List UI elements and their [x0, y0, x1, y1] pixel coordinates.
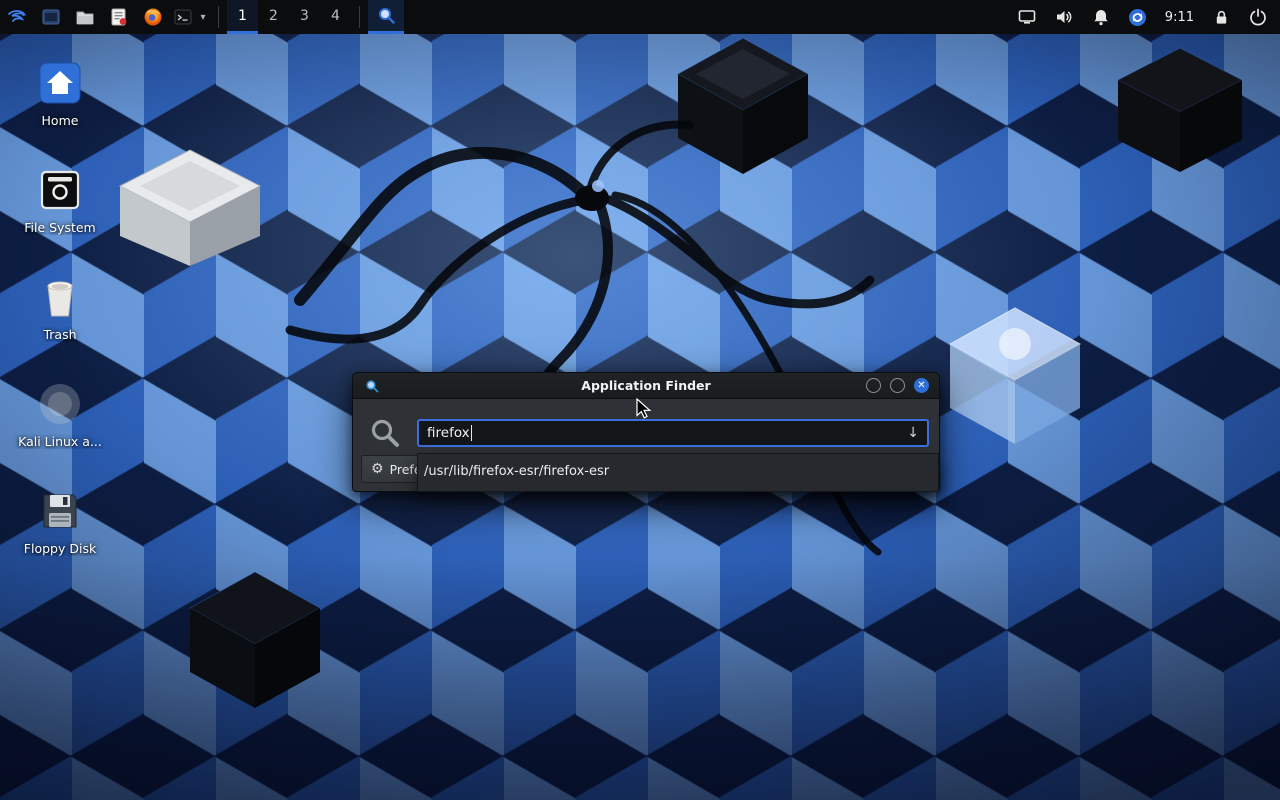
workspace-2[interactable]: 2: [258, 0, 289, 34]
desktop-icon-label: Kali Linux a...: [4, 434, 116, 449]
kali-linux-faded-icon: [4, 377, 116, 427]
window-app-icon[interactable]: [34, 0, 68, 34]
desktop-icon-label: Floppy Disk: [4, 541, 116, 556]
desktop-icon-home[interactable]: Home: [4, 56, 116, 128]
firefox-icon: [143, 7, 163, 27]
titlebar[interactable]: Application Finder ✕: [353, 373, 939, 399]
panel-left: ▾ 1 2 3 4: [0, 0, 404, 34]
terminal-icon: [173, 7, 193, 27]
minimize-button[interactable]: [866, 378, 881, 393]
magnifier-icon: [377, 6, 396, 25]
text-editor-icon[interactable]: [102, 0, 136, 34]
close-button[interactable]: ✕: [914, 378, 929, 393]
completion-dropdown: /usr/lib/firefox-esr/firefox-esr: [417, 453, 939, 492]
panel-clock[interactable]: 9:11: [1165, 10, 1194, 25]
application-finder-window: Application Finder ✕ firefox ↓ ⚙ Prefere…: [352, 372, 940, 492]
document-icon: [109, 7, 129, 27]
entry-dropdown-arrow-icon[interactable]: ↓: [907, 425, 919, 441]
desktop-icon-label: Trash: [4, 327, 116, 342]
file-manager-icon[interactable]: [68, 0, 102, 34]
top-panel: ▾ 1 2 3 4: [0, 0, 1280, 34]
kali-logo-icon: [6, 6, 28, 28]
notifications-bell-icon[interactable]: [1091, 7, 1111, 27]
display-icon[interactable]: [1017, 7, 1037, 27]
terminal-icon[interactable]: [170, 0, 196, 34]
folder-icon: [75, 7, 95, 27]
volume-icon[interactable]: [1054, 7, 1074, 27]
gear-icon: ⚙: [371, 461, 384, 477]
panel-separator: [359, 6, 360, 28]
firefox-icon[interactable]: [136, 0, 170, 34]
workspace-4[interactable]: 4: [320, 0, 351, 34]
screenlock-icon[interactable]: [1211, 7, 1231, 27]
desktop-icon-label: Home: [4, 113, 116, 128]
file-system-icon: [4, 163, 116, 213]
desktop-icon-file-system[interactable]: File System: [4, 163, 116, 235]
software-update-icon[interactable]: [1128, 7, 1148, 27]
desktop-icon-floppy-disk[interactable]: Floppy Disk: [4, 484, 116, 556]
desktop-icon-trash[interactable]: Trash: [4, 270, 116, 342]
window-title: Application Finder: [353, 378, 939, 393]
search-query-text: firefox: [427, 425, 470, 441]
launcher-dropdown-chevron-icon[interactable]: ▾: [196, 12, 210, 23]
search-icon: [369, 417, 401, 449]
window-icon: [41, 7, 61, 27]
panel-separator: [218, 6, 219, 28]
completion-item[interactable]: /usr/lib/firefox-esr/firefox-esr: [418, 454, 938, 491]
maximize-button[interactable]: [890, 378, 905, 393]
taskbar-application-finder[interactable]: [368, 0, 404, 34]
workspace-1[interactable]: 1: [227, 0, 258, 34]
titlebar-buttons: ✕: [866, 378, 929, 393]
search-input[interactable]: firefox ↓: [417, 419, 929, 447]
trash-icon: [4, 270, 116, 320]
session-logout-icon[interactable]: [1248, 7, 1268, 27]
floppy-disk-icon: [4, 484, 116, 534]
home-icon: [4, 56, 116, 106]
workspace-3[interactable]: 3: [289, 0, 320, 34]
desktop-icon-kali-linux[interactable]: Kali Linux a...: [4, 377, 116, 449]
desktop-icon-label: File System: [4, 220, 116, 235]
text-caret: [471, 425, 472, 441]
system-tray: 9:11: [1017, 0, 1280, 34]
kali-menu-icon[interactable]: [0, 0, 34, 34]
